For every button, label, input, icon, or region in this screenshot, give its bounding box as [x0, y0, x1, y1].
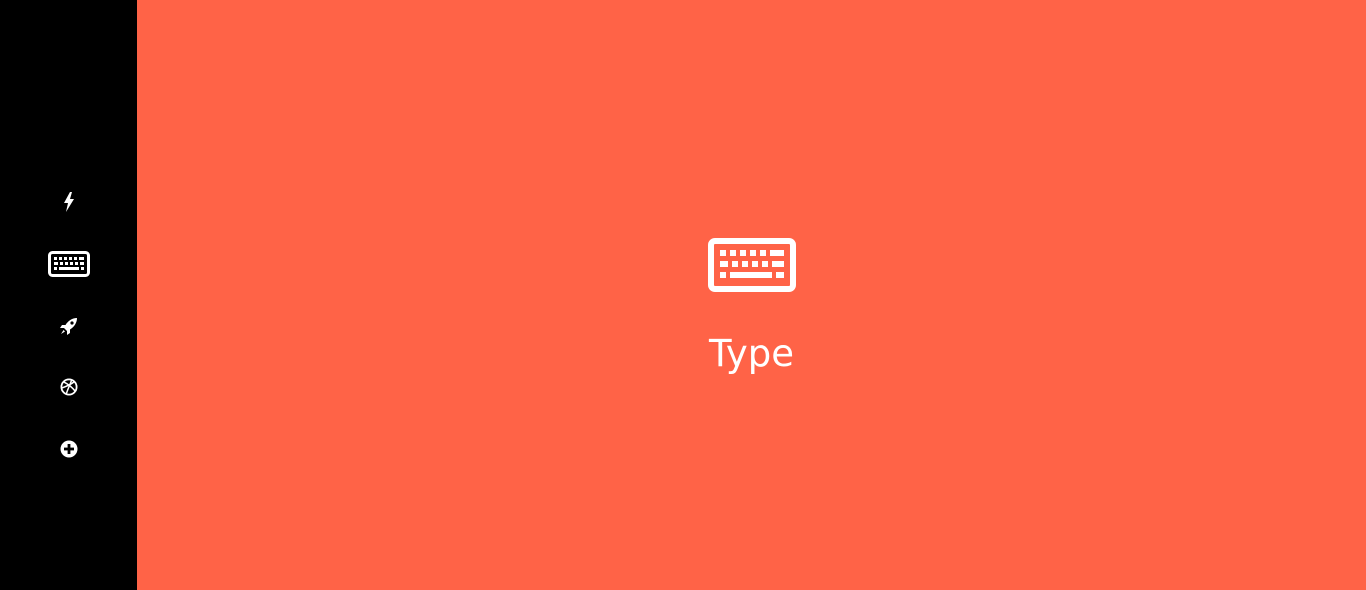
keyboard-icon — [47, 251, 90, 277]
rocket-icon — [59, 318, 77, 335]
page-title: Type — [709, 332, 794, 375]
main-panel: Type — [137, 0, 1366, 590]
sidebar-item-bolt[interactable] — [0, 178, 137, 226]
dribbble-icon — [60, 378, 77, 396]
sidebar-item-dribbble[interactable] — [0, 363, 137, 411]
sidebar-item-keyboard[interactable] — [0, 240, 137, 288]
plus-circle-icon — [60, 440, 77, 458]
keyboard-icon — [708, 238, 796, 292]
sidebar-item-add[interactable] — [0, 425, 137, 473]
bolt-icon — [63, 192, 74, 212]
sidebar-item-rocket[interactable] — [0, 302, 137, 350]
sidebar — [0, 0, 137, 590]
app: Type — [0, 0, 1366, 590]
